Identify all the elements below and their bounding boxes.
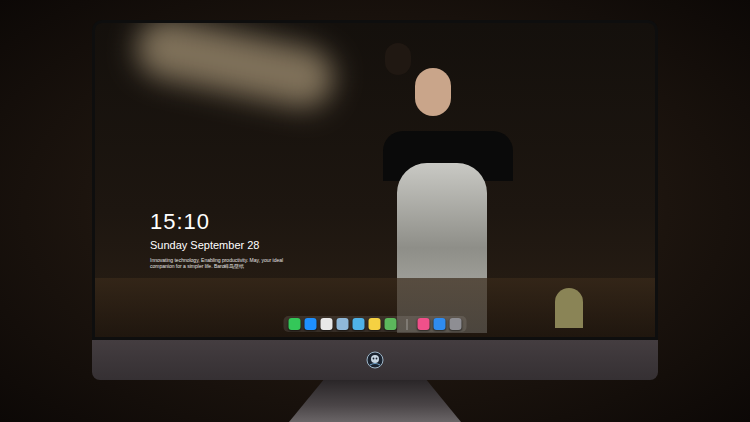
dock-separator — [407, 319, 408, 330]
monitor-stand — [289, 380, 461, 422]
dock-app-icon[interactable] — [321, 318, 333, 330]
dock-app-icon[interactable] — [289, 318, 301, 330]
brand-logo-icon — [366, 351, 384, 369]
page: 15:10 Sunday September 28 Innovating techn… — [0, 0, 750, 422]
dock-app-icon[interactable] — [369, 318, 381, 330]
wallpaper-photo — [95, 23, 655, 337]
dock-app-icon[interactable] — [450, 318, 462, 330]
lock-screen-widget: 15:10 Sunday September 28 Innovating techn… — [150, 209, 290, 269]
clock-time: 15:10 — [150, 209, 290, 235]
caption: Innovating technology, Enabling producti… — [150, 257, 290, 269]
clock-date: Sunday September 28 — [150, 238, 290, 252]
dock-app-icon[interactable] — [353, 318, 365, 330]
dock-app-icon[interactable] — [434, 318, 446, 330]
dock-app-icon[interactable] — [385, 318, 397, 330]
dock-app-icon[interactable] — [418, 318, 430, 330]
dock-app-icon[interactable] — [337, 318, 349, 330]
monitor-chin — [92, 340, 658, 380]
dock — [284, 316, 467, 332]
dock-app-icon[interactable] — [305, 318, 317, 330]
monitor: 15:10 Sunday September 28 Innovating techn… — [92, 20, 658, 422]
screen: 15:10 Sunday September 28 Innovating techn… — [92, 20, 658, 340]
